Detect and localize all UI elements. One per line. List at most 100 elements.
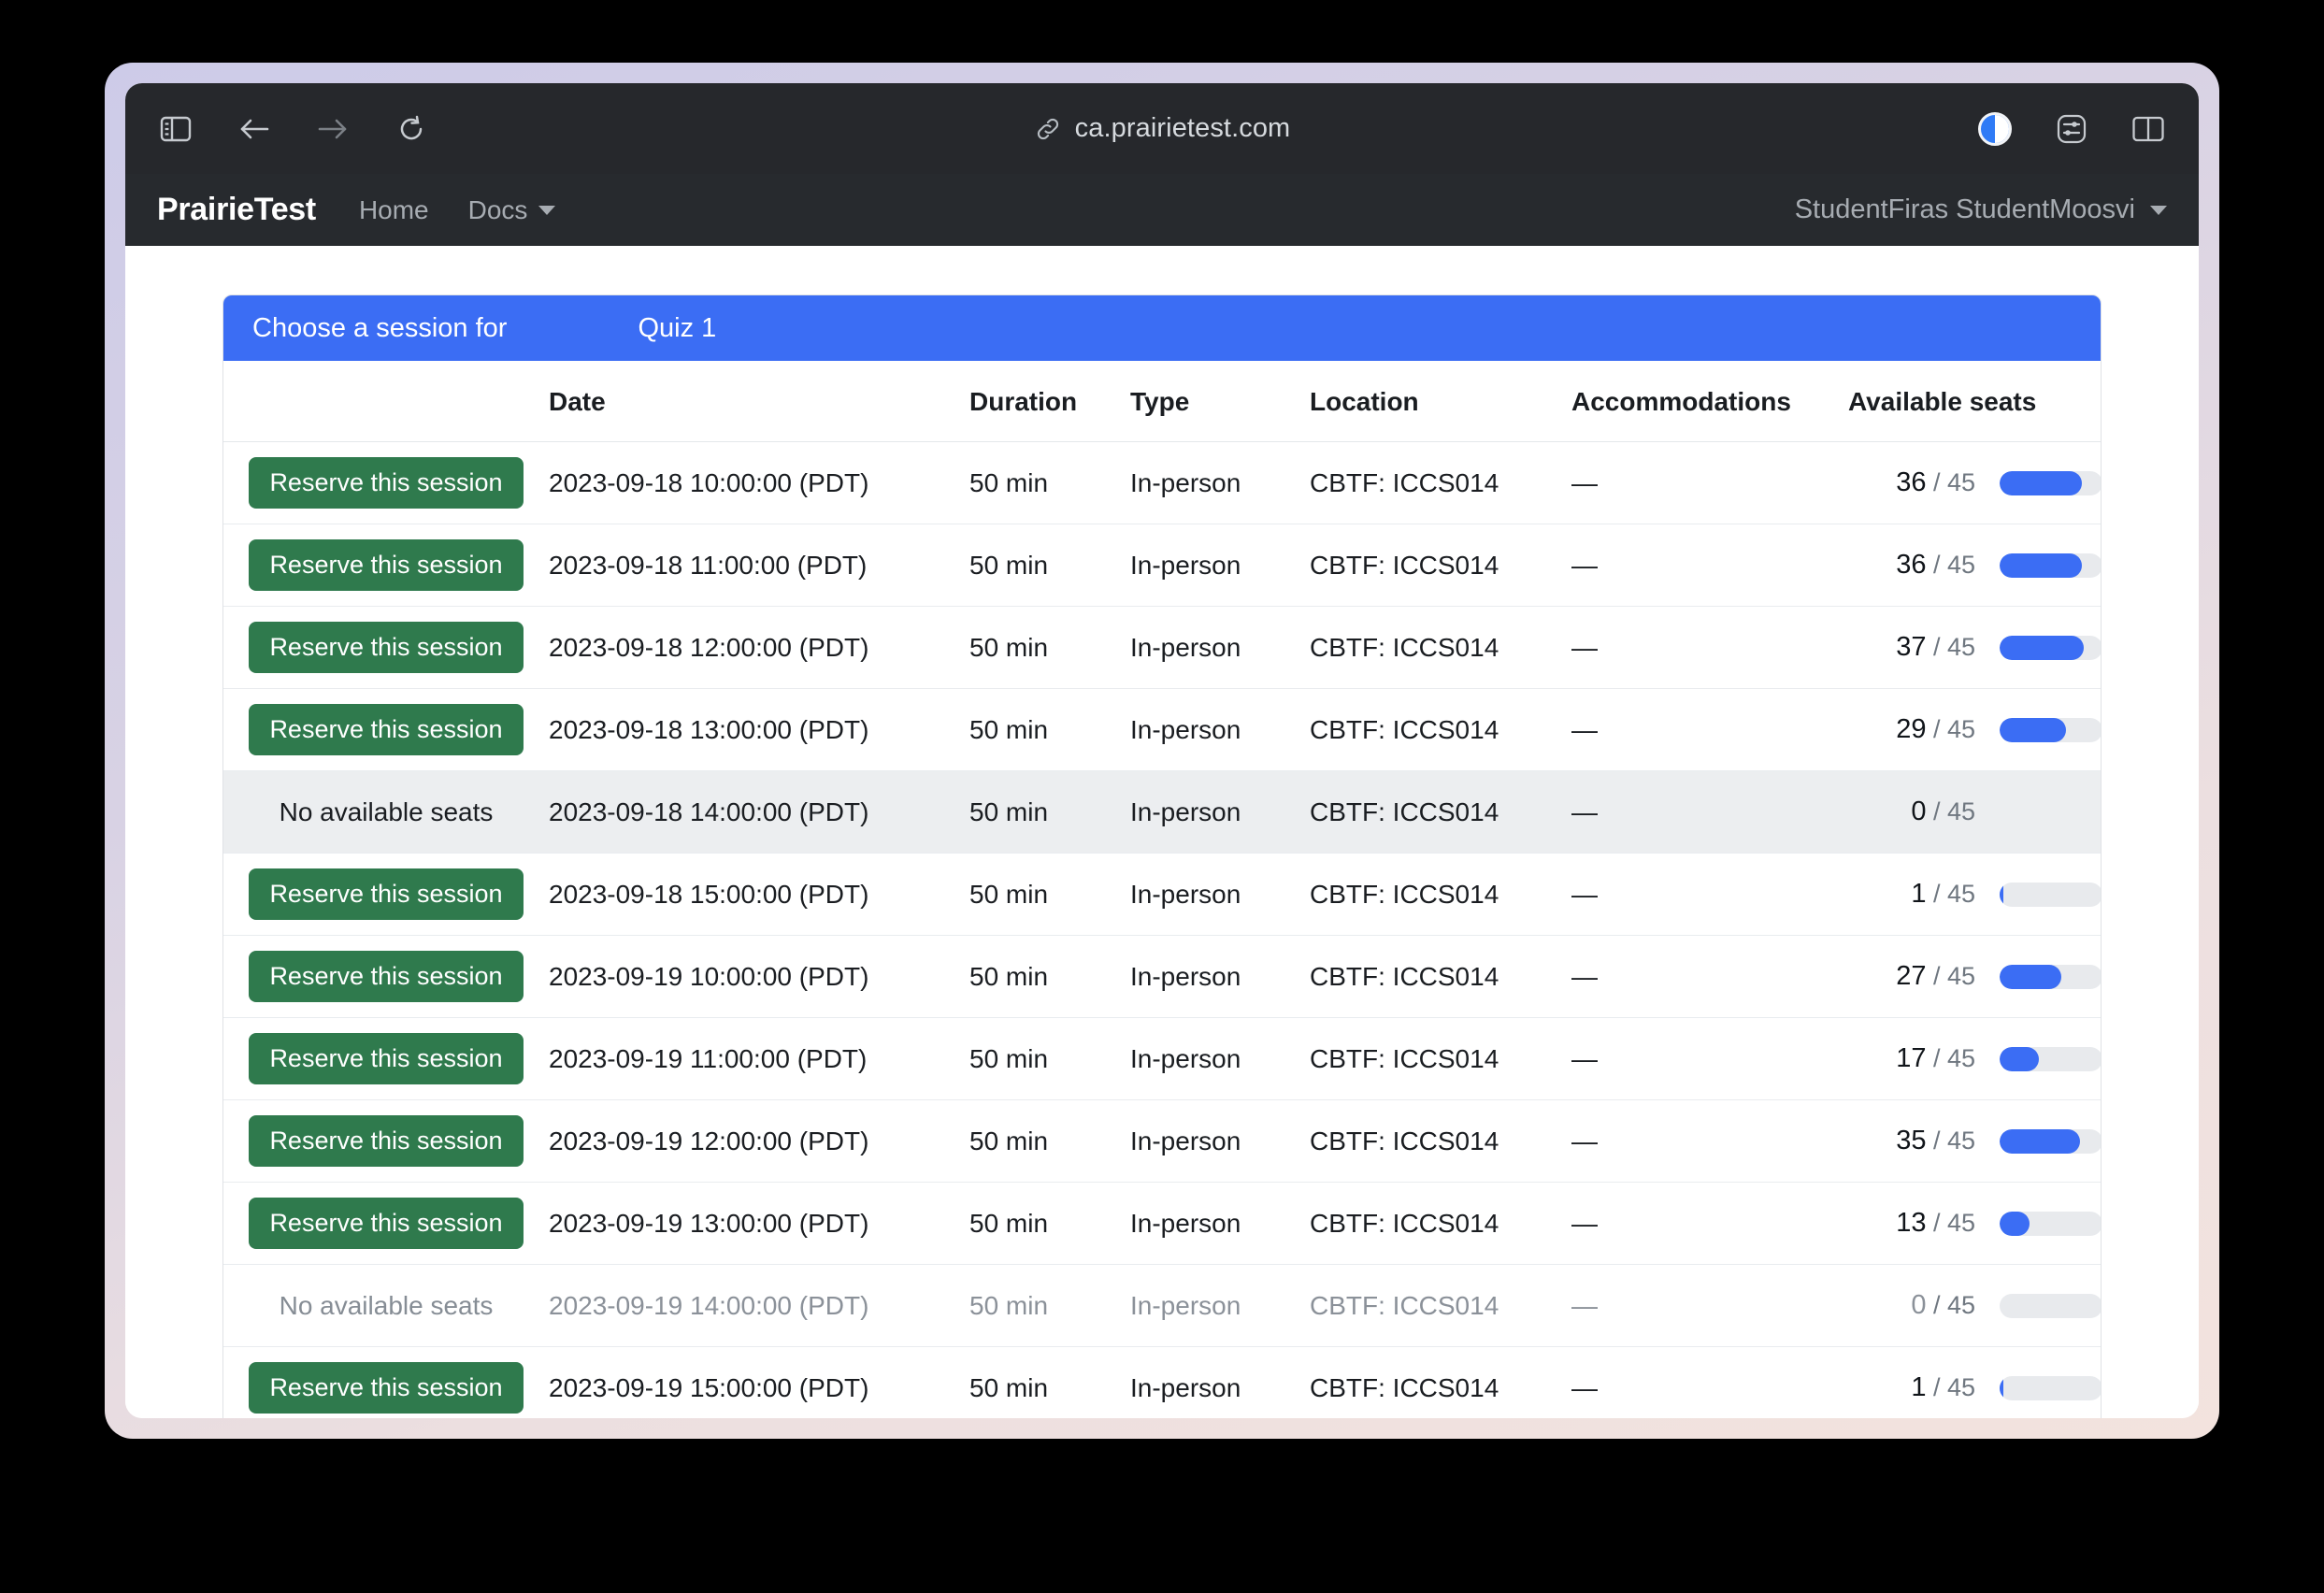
cell-type: In-person <box>1130 1099 1310 1183</box>
cell-accommodations: — <box>1571 1372 1598 1402</box>
cell-accommodations: — <box>1571 1182 1848 1265</box>
cell-type: In-person <box>1130 770 1310 854</box>
reserve-session-button[interactable]: Reserve this session <box>249 704 524 755</box>
seats-progress-wrapper <box>1975 964 2101 989</box>
cell-location: CBTF: ICCS014 <box>1310 1182 1571 1265</box>
cell-duration: 50 min <box>969 688 1130 771</box>
cell-location: CBTF: ICCS014 <box>1310 441 1571 524</box>
no-available-seats-label: No available seats <box>279 796 494 826</box>
nav-item-docs[interactable]: Docs <box>468 195 556 225</box>
cell-available-seats: 29 / 45 <box>1848 688 2101 771</box>
cell-duration: 50 min <box>969 770 1130 854</box>
cell-duration: 50 min <box>969 1264 1130 1347</box>
chevron-down-icon <box>538 205 556 215</box>
reserve-session-button[interactable]: Reserve this session <box>249 868 524 920</box>
seats-count: 29 / 45 <box>1886 714 1975 745</box>
seats-available-number: 1 <box>1911 879 1927 909</box>
cell-duration: 50 min <box>969 441 1130 524</box>
cell-action: No available seats <box>223 1264 549 1347</box>
reserve-session-button[interactable]: Reserve this session <box>249 951 524 1002</box>
seats-available-number: 36 <box>1896 467 1927 497</box>
split-view-icon[interactable] <box>2130 110 2167 148</box>
table-row: No available seats 2023-09-19 14:00:00 (P… <box>223 1264 2101 1347</box>
seats-progress-fill <box>2000 717 2066 742</box>
reserve-session-button[interactable]: Reserve this session <box>249 1115 524 1167</box>
seats-count: 36 / 45 <box>1886 467 1975 498</box>
cell-available-seats: 1 / 45 <box>1848 1347 2101 1419</box>
cell-date: 2023-09-19 15:00:00 (PDT) <box>549 1372 869 1402</box>
seats-capacity: / 45 <box>1926 1044 1975 1072</box>
table-row: Reserve this session 2023-09-19 12:00:00 … <box>223 1099 2101 1183</box>
seats-progress-track <box>2000 1293 2101 1318</box>
cell-action: Reserve this session <box>223 606 549 689</box>
cell-date: 2023-09-18 15:00:00 (PDT) <box>549 853 969 936</box>
settings-sliders-icon[interactable] <box>2053 110 2090 148</box>
reserve-session-button[interactable]: Reserve this session <box>249 539 524 591</box>
seats-progress-fill <box>2000 635 2085 660</box>
cell-accommodations: — <box>1571 853 1848 936</box>
cell-type: In-person <box>1130 606 1310 689</box>
seats-progress-wrapper <box>1975 882 2101 907</box>
nav-item-home[interactable]: Home <box>359 195 429 225</box>
reserve-session-button[interactable]: Reserve this session <box>249 1362 524 1414</box>
table-body: Reserve this session 2023-09-18 10:00:00 … <box>223 441 2101 1419</box>
reserve-session-button[interactable]: Reserve this session <box>249 622 524 673</box>
seats-progress-track <box>2000 1046 2101 1071</box>
user-menu[interactable]: StudentFiras StudentMoosvi <box>1795 194 2167 225</box>
cell-location: CBTF: ICCS014 <box>1310 1099 1571 1183</box>
seats-available-number: 1 <box>1911 1372 1927 1403</box>
forward-arrow-icon[interactable] <box>314 110 351 148</box>
cell-available-seats: 0 / 45 <box>1848 1264 2101 1347</box>
seats-progress-wrapper <box>1975 799 2101 825</box>
reserve-session-button[interactable]: Reserve this session <box>249 1033 524 1084</box>
seats-progress-fill <box>2000 964 2061 989</box>
reserve-session-button[interactable]: Reserve this session <box>249 1198 524 1249</box>
seats-progress-track <box>2000 882 2101 907</box>
cell-type: In-person <box>1130 524 1310 607</box>
cell-available-seats: 1 / 45 <box>1848 853 2101 936</box>
seats-progress-wrapper <box>1975 1375 2101 1400</box>
back-arrow-icon[interactable] <box>236 110 273 148</box>
cell-duration: 50 min <box>969 606 1130 689</box>
table-row: Reserve this session 2023-09-18 10:00:00 … <box>223 441 2101 524</box>
cell-duration: 50 min <box>969 1372 1049 1402</box>
cell-location: CBTF: ICCS014 <box>1310 1017 1571 1100</box>
cell-action: Reserve this session <box>223 524 549 607</box>
seats-available-number: 35 <box>1896 1126 1927 1155</box>
card-header-assessment: Quiz 1 <box>638 312 717 343</box>
cell-action: Reserve this session <box>223 1182 549 1265</box>
cell-accommodations: — <box>1571 1264 1848 1347</box>
table-row: Reserve this session 2023-09-18 12:00:00 … <box>223 606 2101 689</box>
cell-action: Reserve this session <box>223 688 549 771</box>
cell-available-seats: 35 / 45 <box>1848 1099 2101 1183</box>
address-bar[interactable]: ca.prairietest.com <box>125 83 2199 174</box>
cell-available-seats: 37 / 45 <box>1848 606 2101 689</box>
seats-available-number: 36 <box>1896 550 1927 580</box>
chevron-down-icon <box>2150 205 2167 215</box>
seats-available-number: 0 <box>1911 1290 1927 1320</box>
no-available-seats-label: No available seats <box>279 1290 494 1320</box>
cell-accommodations: — <box>1571 1099 1848 1183</box>
seats-progress-wrapper <box>1975 1046 2101 1071</box>
reload-icon[interactable] <box>393 110 430 148</box>
seats-count: 17 / 45 <box>1886 1043 1975 1074</box>
seats-count: 0 / 45 <box>1886 1290 1975 1321</box>
seats-progress-track <box>2000 1211 2101 1236</box>
cell-accommodations: — <box>1571 606 1848 689</box>
table-head: Date Duration Type Location Accommodatio… <box>223 361 2101 442</box>
col-duration: Duration <box>969 361 1130 442</box>
cell-type: In-person <box>1130 441 1310 524</box>
brand-logo[interactable]: PrairieTest <box>157 192 316 228</box>
reserve-session-button[interactable]: Reserve this session <box>249 457 524 509</box>
seats-progress-wrapper <box>1975 1293 2101 1318</box>
cell-location: CBTF: ICCS014 <box>1310 853 1571 936</box>
sidebar-toggle-icon[interactable] <box>157 110 194 148</box>
col-date: Date <box>549 361 969 442</box>
1password-icon[interactable] <box>1976 110 2014 148</box>
seats-available-number: 37 <box>1896 632 1927 662</box>
cell-type: In-person <box>1130 935 1310 1018</box>
browser-actions <box>1976 110 2167 148</box>
cell-date: 2023-09-19 13:00:00 (PDT) <box>549 1182 969 1265</box>
page-content: Choose a session for Quiz 1 Date Duratio… <box>125 246 2199 1418</box>
seats-progress-wrapper <box>1975 1128 2101 1154</box>
